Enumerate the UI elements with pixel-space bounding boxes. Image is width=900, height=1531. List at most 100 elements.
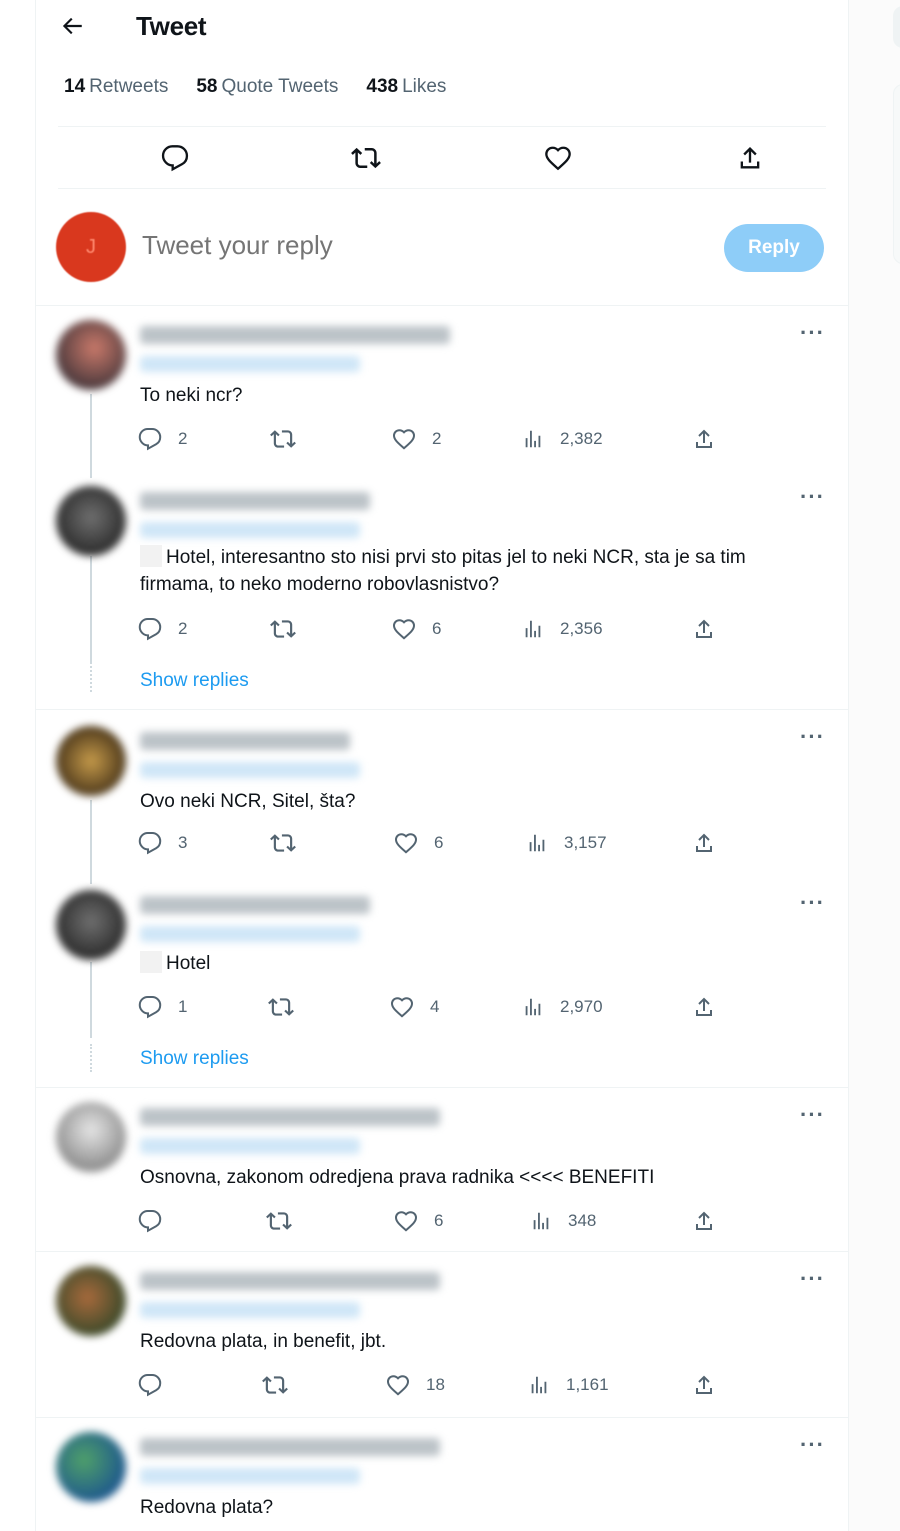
replying-to[interactable]	[140, 1468, 360, 1484]
more-menu-button[interactable]: ···	[800, 1432, 825, 1458]
share-button[interactable]	[692, 830, 716, 856]
views-icon	[522, 428, 544, 450]
heart-icon	[392, 617, 416, 641]
retweet-button[interactable]	[262, 1372, 304, 1398]
author-name[interactable]	[140, 326, 450, 344]
replying-to[interactable]	[140, 926, 360, 942]
like-button[interactable]: 6	[394, 830, 443, 856]
reply-input[interactable]	[142, 230, 542, 261]
author-name[interactable]	[140, 1108, 440, 1126]
more-menu-button[interactable]: ···	[800, 1266, 825, 1292]
more-menu-button[interactable]: ···	[800, 484, 825, 510]
views-button[interactable]: 2,382	[522, 426, 603, 452]
heart-icon	[386, 1373, 410, 1397]
like-button[interactable]: 2	[392, 426, 441, 452]
author-name[interactable]	[140, 1438, 440, 1456]
reply-tweet[interactable]: ··· Hotel 1 4 2,970	[36, 876, 848, 1042]
like-button[interactable]: 18	[386, 1372, 445, 1398]
tweet-text: To neki ncr?	[140, 385, 243, 406]
avatar[interactable]	[56, 1432, 126, 1502]
avatar: J	[56, 212, 126, 282]
stat-likes[interactable]: 438 Likes	[366, 76, 446, 98]
reply-icon	[138, 1209, 162, 1233]
avatar[interactable]	[56, 1266, 126, 1336]
back-button[interactable]	[58, 12, 86, 40]
views-icon	[530, 1210, 552, 1232]
retweet-button[interactable]	[270, 616, 312, 642]
avatar[interactable]	[56, 486, 126, 556]
reply-button[interactable]	[138, 1372, 178, 1398]
reply-thread: ··· Redovna plata, in benefit, jbt. 18 1…	[36, 1252, 848, 1418]
replying-to[interactable]	[140, 1138, 360, 1154]
reply-tweet[interactable]: ··· Redovna plata?	[36, 1418, 848, 1531]
stat-label: Quote Tweets	[221, 76, 339, 97]
more-menu-button[interactable]: ···	[800, 890, 825, 916]
share-button[interactable]	[692, 994, 716, 1020]
reply-tweet[interactable]: ··· To neki ncr? 2 2 2,382	[36, 306, 848, 466]
retweet-button[interactable]	[268, 994, 310, 1020]
views-button[interactable]: 1,161	[528, 1372, 609, 1398]
reply-icon	[138, 617, 162, 641]
avatar[interactable]	[56, 726, 126, 796]
avatar[interactable]	[56, 1102, 126, 1172]
share-button[interactable]	[733, 142, 767, 174]
share-button[interactable]	[692, 426, 716, 452]
like-count: 4	[430, 997, 440, 1016]
more-menu-button[interactable]: ···	[800, 1102, 825, 1128]
reply-count: 1	[178, 997, 188, 1016]
reply-button[interactable]: 1	[138, 994, 187, 1020]
more-menu-button[interactable]: ···	[800, 320, 825, 346]
page-title: Tweet	[136, 11, 207, 41]
share-button[interactable]	[692, 1372, 716, 1398]
like-button[interactable]: 4	[390, 994, 439, 1020]
tweet-text-content: Hotel, interesantno sto nisi prvi sto pi…	[140, 547, 746, 595]
reply-button[interactable]	[138, 1208, 178, 1234]
reply-button[interactable]: 2	[138, 426, 187, 452]
views-button[interactable]: 348	[530, 1208, 596, 1234]
show-replies-link[interactable]: Show replies	[140, 670, 249, 692]
emoji-placeholder	[140, 545, 162, 567]
views-button[interactable]: 2,356	[522, 616, 603, 642]
avatar[interactable]	[56, 320, 126, 390]
replying-to[interactable]	[140, 762, 360, 778]
views-button[interactable]: 3,157	[526, 830, 607, 856]
replying-to[interactable]	[140, 1302, 360, 1318]
reply-icon	[138, 995, 162, 1019]
views-icon	[526, 832, 548, 854]
retweet-icon	[268, 994, 294, 1020]
thread-connector-dotted	[90, 666, 92, 692]
replying-to[interactable]	[140, 356, 360, 372]
retweet-button[interactable]	[270, 426, 312, 452]
reply-tweet[interactable]: ··· Osnovna, zakonom odredjena prava rad…	[36, 1088, 848, 1252]
reply-tweet[interactable]: ··· Ovo neki NCR, Sitel, šta? 3 6 3,157	[36, 710, 848, 870]
avatar[interactable]	[56, 890, 126, 960]
retweet-button[interactable]	[270, 830, 312, 856]
views-button[interactable]: 2,970	[522, 994, 603, 1020]
replying-to[interactable]	[140, 522, 360, 538]
author-name[interactable]	[140, 732, 350, 750]
like-button[interactable]: 6	[394, 1208, 443, 1234]
views-icon	[522, 618, 544, 640]
reply-button[interactable]: 3	[138, 830, 187, 856]
share-button[interactable]	[692, 616, 716, 642]
retweet-button[interactable]	[349, 142, 383, 174]
share-button[interactable]	[692, 1208, 716, 1234]
more-menu-button[interactable]: ···	[800, 724, 825, 750]
reply-button[interactable]	[158, 142, 192, 174]
author-name[interactable]	[140, 1272, 440, 1290]
stat-retweets[interactable]: 14 Retweets	[64, 76, 168, 98]
stat-quote-tweets[interactable]: 58 Quote Tweets	[196, 76, 338, 98]
reply-submit-button[interactable]: Reply	[724, 224, 824, 272]
like-button[interactable]	[541, 142, 575, 174]
reply-tweet[interactable]: ··· Hotel, interesantno sto nisi prvi st…	[36, 470, 848, 660]
reply-tweet[interactable]: ··· Redovna plata, in benefit, jbt. 18 1…	[36, 1252, 848, 1418]
show-replies-link[interactable]: Show replies	[140, 1048, 249, 1070]
reply-button[interactable]: 2	[138, 616, 187, 642]
heart-icon	[392, 427, 416, 451]
search-pill[interactable]	[893, 6, 900, 48]
author-name[interactable]	[140, 896, 370, 914]
views-icon	[528, 1374, 550, 1396]
like-button[interactable]: 6	[392, 616, 441, 642]
retweet-button[interactable]	[266, 1208, 308, 1234]
author-name[interactable]	[140, 492, 370, 510]
